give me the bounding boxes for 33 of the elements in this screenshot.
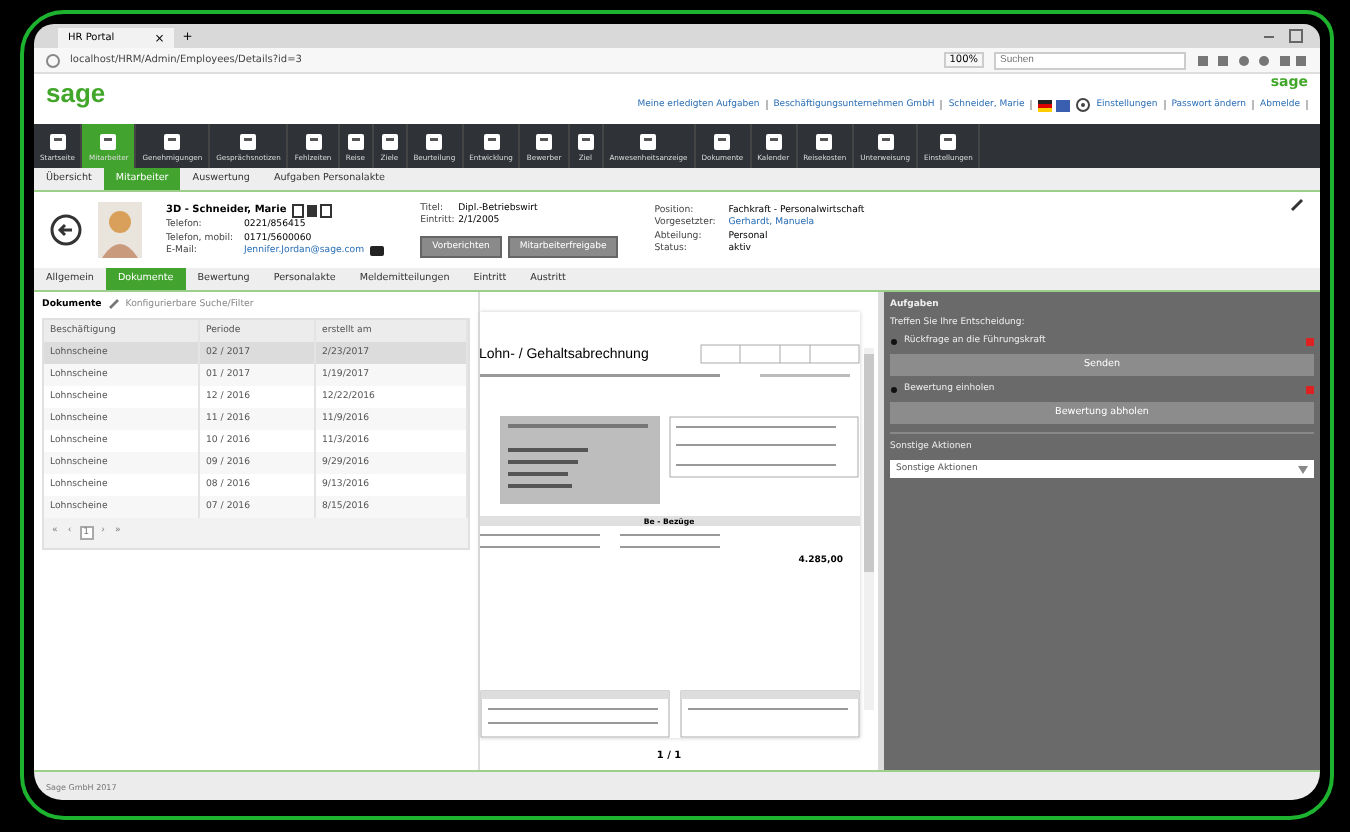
nav-icon <box>534 131 555 151</box>
nav-icon <box>575 131 596 151</box>
info-icon <box>46 53 60 67</box>
nav-icon <box>47 131 68 151</box>
window-controls-icon[interactable] <box>1260 28 1308 44</box>
scrollbar[interactable] <box>864 348 874 710</box>
required-marker-icon <box>1306 385 1314 393</box>
nav-icon <box>98 131 119 151</box>
avatar <box>98 202 142 258</box>
nav-icon <box>345 131 366 151</box>
nav-icon <box>303 131 324 151</box>
nav-icon <box>379 131 400 151</box>
help-icon[interactable] <box>1076 98 1091 112</box>
caret-icon[interactable] <box>1298 465 1308 473</box>
nav-icon <box>238 131 259 151</box>
bullet-icon <box>890 385 898 393</box>
nav-icon <box>814 131 835 151</box>
bullet-icon <box>890 337 898 345</box>
nav-icon <box>162 131 183 151</box>
mail-icon[interactable] <box>370 246 385 257</box>
toolbar-icons-drawing[interactable] <box>1196 53 1308 67</box>
nav-icon <box>481 131 501 151</box>
nav-icon <box>638 131 659 151</box>
nav-icon <box>424 131 445 151</box>
nav-icon <box>938 131 959 151</box>
flag-icon[interactable] <box>1038 99 1071 111</box>
nav-icon <box>712 131 733 151</box>
nav-icon <box>763 131 784 151</box>
document-icons-drawing[interactable] <box>292 203 333 218</box>
required-marker-icon <box>1306 337 1314 345</box>
back-icon[interactable] <box>50 214 82 246</box>
edit-icon[interactable] <box>1290 198 1304 212</box>
nav-icon <box>875 131 896 151</box>
